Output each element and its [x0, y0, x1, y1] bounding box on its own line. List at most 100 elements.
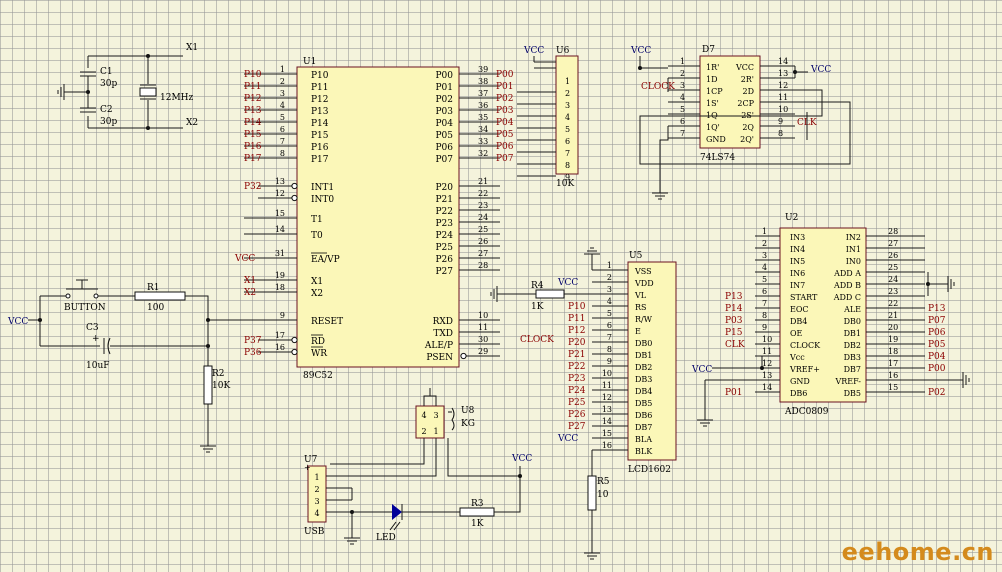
button-contact	[93, 293, 99, 299]
ff-pin-name: 1CP	[706, 87, 723, 96]
adc-pin-name: OE	[790, 329, 803, 338]
mcu-pin-name: P22	[435, 207, 453, 217]
lcd-pin-number: 5	[607, 309, 612, 318]
ff-pin-number: 9	[778, 117, 783, 126]
relay-pin-number: 1	[433, 427, 438, 436]
lcd-pin-number: 6	[607, 321, 612, 330]
lcd-net-label: P22	[568, 362, 586, 372]
vcc-label: VCC	[691, 365, 712, 375]
mcu-pin-name: TXD	[433, 329, 453, 339]
respack-pin-number: 3	[565, 101, 570, 110]
r2-resistor	[203, 365, 213, 405]
ff-pin-number: 12	[778, 81, 788, 90]
adc-pin-name: Vcc	[789, 353, 805, 362]
relay-coil	[448, 407, 455, 431]
mcu-pin-number: 24	[478, 213, 488, 222]
mcu-pin-name: P06	[435, 143, 453, 153]
adc-pin-number: 9	[762, 323, 767, 332]
mcu-pin-number: 26	[478, 237, 488, 246]
mcu-pin-number: 8	[280, 149, 285, 158]
mcu-pin-name: P02	[435, 95, 453, 105]
led-emission	[389, 521, 401, 531]
mcu-pin-number: 28	[478, 261, 488, 270]
adc-pin-number: 23	[888, 287, 898, 296]
adc-pin-name: GND	[790, 377, 810, 386]
ff-part: 74LS74	[700, 153, 735, 163]
mcu-net-label: VCC	[234, 254, 255, 264]
lcd-pin-number: 2	[607, 273, 612, 282]
mcu-pin-name: P23	[435, 219, 453, 229]
mcu-pin-bubble	[291, 336, 298, 344]
usb-pin-number: 2	[314, 485, 319, 494]
adc-net-label: P13	[725, 292, 743, 302]
r5-resistor	[587, 475, 597, 511]
crystal	[139, 87, 157, 97]
c1-value: 30p	[100, 79, 117, 89]
adc-pin-name: ADD A	[833, 269, 861, 278]
lcd-net-label: VCC	[557, 278, 578, 288]
adc-pin-number: 8	[762, 311, 767, 320]
mcu-pin-number: 31	[275, 249, 285, 258]
adc-pin-number: 25	[888, 263, 898, 272]
r4-value: 1K	[531, 302, 544, 312]
adc-pin-number: 7	[762, 299, 767, 308]
r2-value: 10K	[212, 381, 230, 391]
lcd-ref: U5	[629, 251, 643, 261]
relay-ref: U8	[461, 406, 475, 416]
adc-pin-name: VREF+	[789, 365, 820, 374]
mcu-pin-name: RD	[311, 337, 325, 347]
ff-pin-number: 3	[680, 81, 685, 90]
adc-pin-number: 26	[888, 251, 898, 260]
adc-pin-number: 18	[888, 347, 898, 356]
adc-pin-number: 11	[762, 347, 772, 356]
schematic-sheet: U1 89C52 1 P10 P10 2 P11 P11 3 P12 P12 4 P13 P13 5 P14 P…	[0, 0, 1002, 572]
adc-pin-name: START	[790, 293, 818, 302]
mcu-net-label: P03	[496, 106, 514, 116]
mcu-ref: U1	[303, 57, 316, 67]
respack-pin-number: 2	[565, 89, 570, 98]
ff-pin-name: 1Q'	[706, 123, 720, 132]
ff-clock-label: CLOCK	[641, 82, 675, 92]
ff-pin-number: 11	[778, 93, 788, 102]
lcd-net-label: P20	[568, 338, 586, 348]
adc-pin-name: DB7	[844, 365, 861, 374]
usb-pin-number: 3	[314, 497, 319, 506]
mcu-pin-number: 15	[275, 209, 285, 218]
mcu-pin-number: 7	[280, 137, 285, 146]
c3-ref: C3	[86, 323, 99, 333]
lcd-pin-name: VSS	[634, 267, 652, 276]
r3-ref: R3	[471, 499, 484, 509]
mcu-pin-name: PSEN	[426, 353, 453, 363]
lcd-net-label: P23	[568, 374, 586, 384]
mcu-pin-name: RESET	[311, 317, 343, 327]
mcu-net-label: P07	[496, 154, 514, 164]
mcu-pin-number: 11	[478, 323, 488, 332]
ff-pin-name: 2D	[742, 87, 754, 96]
mcu-pin-name: INT1	[311, 183, 334, 193]
ff-pin-number: 13	[778, 69, 788, 78]
lcd-pin-number: 16	[602, 441, 612, 450]
lcd-pin-number: 9	[607, 357, 612, 366]
mcu-pin-number: 35	[478, 113, 488, 122]
mcu-pin-name: P21	[435, 195, 453, 205]
r1-ref: R1	[147, 283, 160, 293]
mcu-pin-number: 25	[478, 225, 488, 234]
mcu-pin-bubble	[460, 352, 467, 360]
relay-pin-number: 4	[421, 411, 426, 420]
ff-pin-number: 2	[680, 69, 685, 78]
ff-pin-number: 14	[778, 57, 788, 66]
adc-net-label: P01	[725, 388, 743, 398]
mcu-part: 89C52	[303, 371, 333, 381]
mcu-pin-name: P07	[435, 155, 453, 165]
r3-value: 1K	[471, 519, 484, 529]
mcu-net-label: P32	[244, 182, 262, 192]
lcd-net-label: P10	[568, 302, 586, 312]
mcu-net-label: P04	[496, 118, 514, 128]
lcd-net-label: P25	[568, 398, 586, 408]
lcd-net-label: P12	[568, 326, 586, 336]
ff-pin-name: VCC	[735, 63, 754, 72]
mcu-pin-number: 1	[280, 65, 285, 74]
adc-pin-name: IN6	[790, 269, 805, 278]
adc-net-label: P13	[928, 304, 946, 314]
mcu-pin-name: P15	[311, 131, 329, 141]
